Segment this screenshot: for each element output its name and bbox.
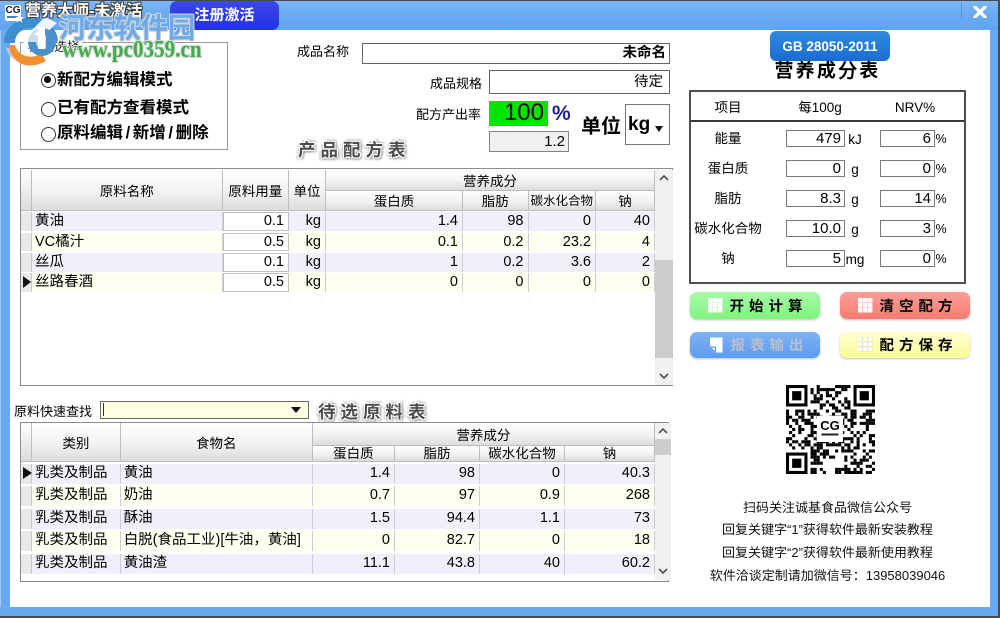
svg-text:CG: CG [820,418,840,433]
